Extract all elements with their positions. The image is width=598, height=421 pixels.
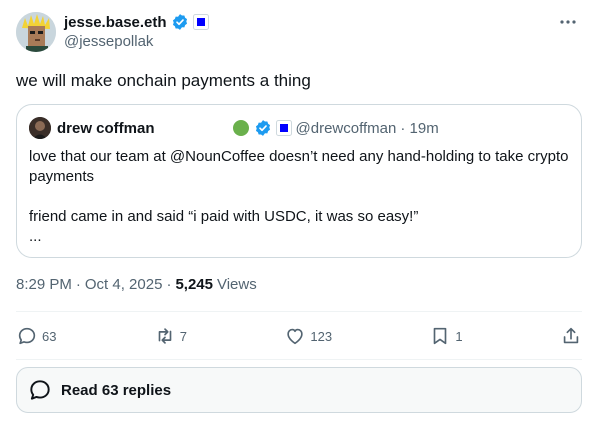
quoted-author-handle[interactable]: @drewcoffman — [296, 120, 397, 137]
author-display-name[interactable]: jesse.base.eth — [64, 14, 167, 31]
like-count: 123 — [310, 328, 333, 344]
like-button[interactable]: 123 — [284, 325, 332, 347]
reply-icon — [18, 327, 36, 345]
quoted-post-time[interactable]: · 19m — [400, 120, 438, 137]
views-label[interactable]: Views — [217, 276, 257, 293]
post-time[interactable]: 8:29 PM — [16, 276, 72, 293]
repost-button[interactable]: 7 — [154, 325, 187, 347]
post-text: we will make onchain payments a thing — [16, 71, 311, 90]
quoted-author-name[interactable]: drew coffman — [57, 120, 155, 137]
bookmark-count: 1 — [455, 328, 463, 344]
reply-count: 63 — [42, 328, 57, 344]
share-icon — [563, 327, 579, 344]
quoted-text-line: ... — [29, 228, 42, 245]
quoted-author-avatar[interactable] — [29, 117, 51, 139]
status-dot-icon — [232, 120, 249, 136]
reply-button[interactable]: 63 — [16, 325, 56, 347]
affiliate-badge-icon[interactable] — [275, 120, 292, 136]
quoted-post-text: love that our team at @NounCoffee doesn’… — [29, 147, 569, 247]
quoted-text-line: friend came in and said “i paid with USD… — [29, 208, 419, 225]
quoted-post[interactable]: drew coffman @drewcoffman · 19m love tha… — [16, 104, 582, 258]
author-avatar[interactable] — [16, 12, 56, 52]
meta-separator: · — [166, 276, 172, 293]
verified-badge-icon[interactable] — [254, 119, 272, 137]
repost-count: 7 — [179, 328, 188, 344]
more-options-button[interactable] — [556, 10, 580, 34]
verified-badge-icon[interactable] — [171, 13, 189, 31]
post-metadata: 8:29 PM · Oct 4, 2025 · 5,245 Views — [16, 276, 257, 293]
read-replies-label: Read 63 replies — [61, 381, 172, 399]
share-button[interactable] — [560, 325, 582, 347]
affiliate-badge-icon[interactable] — [192, 14, 209, 30]
views-count[interactable]: 5,245 — [175, 276, 213, 293]
more-dots-icon — [560, 20, 576, 24]
reply-icon — [30, 380, 50, 400]
post-date[interactable]: Oct 4, 2025 — [85, 276, 163, 293]
quoted-author-badges — [232, 119, 292, 137]
meta-separator: · — [75, 276, 81, 293]
quoted-post-header: drew coffman @drewcoffman · 19m — [29, 117, 569, 139]
author-name-row: jesse.base.eth — [64, 12, 209, 32]
avatar-icon — [29, 117, 51, 139]
avatar-icon — [16, 12, 56, 52]
heart-icon — [287, 328, 304, 345]
author-handle[interactable]: @jessepollak — [64, 33, 153, 50]
repost-icon — [158, 328, 172, 344]
bookmark-button[interactable]: 1 — [429, 325, 463, 347]
divider — [16, 359, 582, 360]
quoted-text-line: love that our team at @NounCoffee doesn’… — [29, 148, 569, 185]
action-bar: 63 7 123 1 — [16, 312, 582, 360]
read-replies-button[interactable]: Read 63 replies — [16, 367, 582, 413]
bookmark-icon — [434, 327, 447, 345]
